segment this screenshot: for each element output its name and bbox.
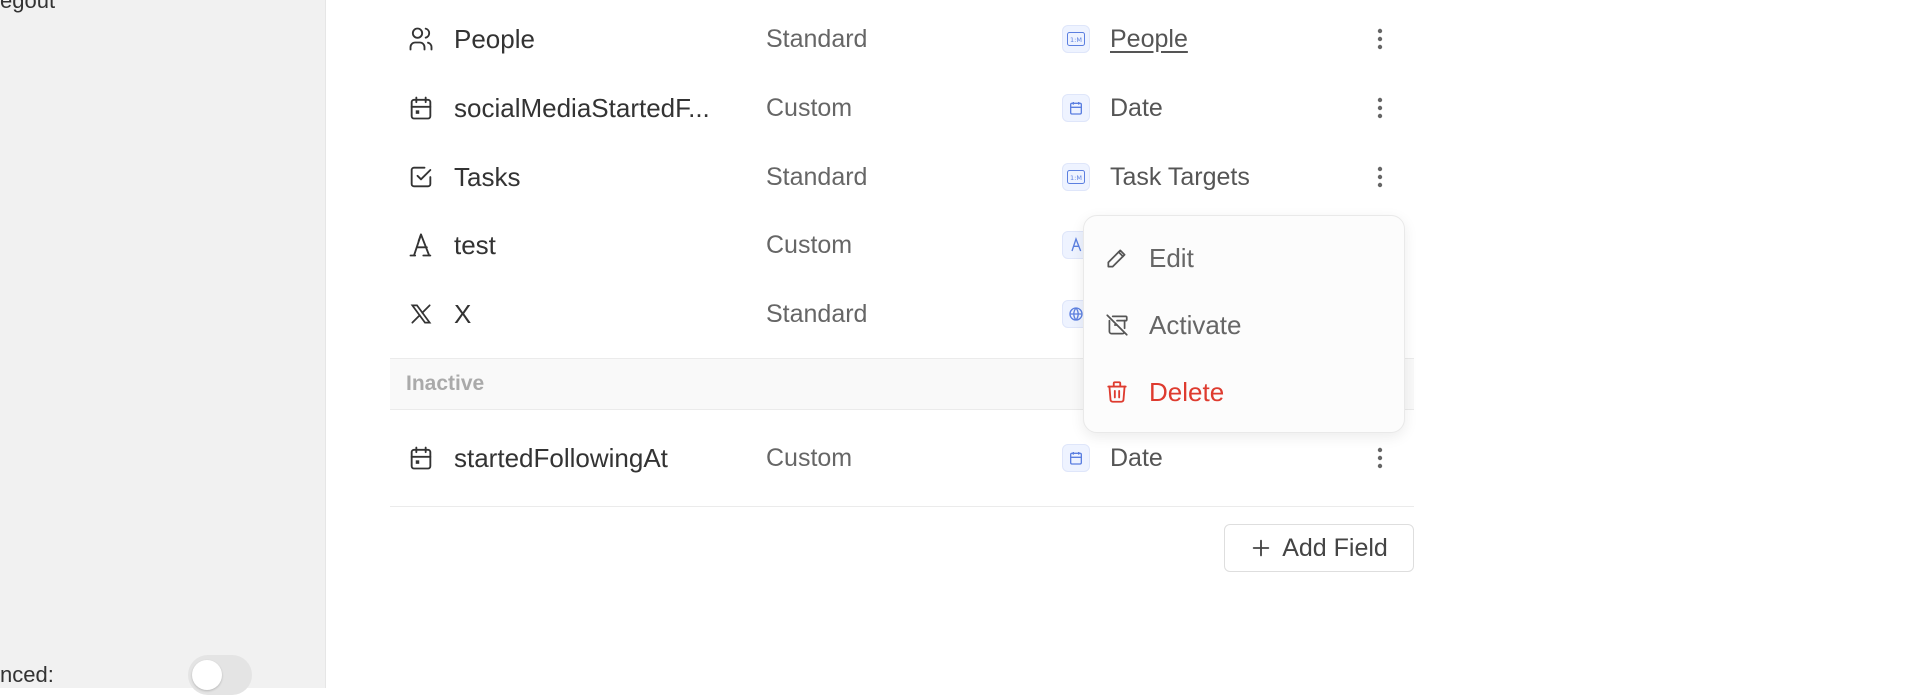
- field-name-cell: People: [406, 24, 535, 55]
- settings-sidebar: egout nced:: [0, 0, 326, 695]
- calendar-icon: [406, 93, 436, 123]
- dots-vertical-icon: [1377, 166, 1383, 188]
- row-more-button[interactable]: [1365, 162, 1395, 192]
- svg-text:1:M: 1:M: [1070, 174, 1082, 182]
- dots-vertical-icon: [1377, 28, 1383, 50]
- field-datatype: Date: [1110, 93, 1163, 122]
- date-icon: [1062, 94, 1090, 122]
- pencil-icon: [1102, 243, 1132, 273]
- checkbox-icon: [406, 162, 436, 192]
- row-more-button[interactable]: [1365, 24, 1395, 54]
- field-datatype-cell: 1:M People: [1062, 25, 1188, 54]
- menu-item-label: Delete: [1149, 376, 1225, 407]
- field-type: Custom: [766, 443, 853, 472]
- row-more-button[interactable]: [1365, 93, 1395, 123]
- field-type: Custom: [766, 230, 853, 259]
- field-name: socialMediaStartedF...: [454, 92, 710, 123]
- field-name-cell: X: [406, 299, 471, 330]
- field-type: Standard: [766, 162, 868, 191]
- archive-off-icon: [1102, 310, 1132, 340]
- field-type: Custom: [766, 93, 853, 122]
- field-name: startedFollowingAt: [454, 442, 668, 473]
- row-more-button[interactable]: [1365, 443, 1395, 473]
- table-row[interactable]: People Standard 1:M People: [390, 5, 1414, 73]
- field-name-cell: test: [406, 230, 496, 261]
- table-row[interactable]: Tasks Standard 1:M Task Targets: [390, 143, 1414, 211]
- table-row[interactable]: socialMediaStartedF... Custom Date: [390, 74, 1414, 142]
- row-context-menu: Edit Activate Delete: [1083, 215, 1405, 433]
- field-name: Tasks: [454, 161, 521, 192]
- field-datatype: Date: [1110, 443, 1163, 472]
- field-name-cell: Tasks: [406, 162, 520, 193]
- relation-icon: 1:M: [1062, 163, 1090, 191]
- trash-icon: [1102, 377, 1132, 407]
- field-datatype: Task Targets: [1110, 162, 1250, 191]
- menu-item-edit[interactable]: Edit: [1084, 226, 1404, 290]
- table-divider: [390, 506, 1414, 507]
- plus-icon: [1250, 537, 1272, 559]
- field-datatype-cell: Date: [1062, 94, 1163, 123]
- field-datatype-cell: Date: [1062, 444, 1163, 473]
- sidebar-top-label[interactable]: egout: [0, 0, 55, 14]
- menu-item-label: Edit: [1149, 242, 1194, 273]
- advanced-mode-label: nced:: [0, 662, 54, 687]
- field-name-cell: startedFollowingAt: [406, 443, 668, 474]
- relation-icon: 1:M: [1062, 25, 1090, 53]
- add-field-label: Add Field: [1282, 533, 1388, 562]
- text-icon: [406, 230, 436, 260]
- x-logo-icon: [406, 299, 436, 329]
- field-type: Standard: [766, 299, 868, 328]
- section-title: Inactive: [406, 372, 485, 395]
- users-icon: [406, 24, 436, 54]
- advanced-mode-toggle[interactable]: [188, 655, 252, 695]
- field-name: test: [454, 229, 496, 260]
- field-name: X: [454, 298, 472, 329]
- field-datatype-link[interactable]: People: [1110, 25, 1188, 54]
- field-datatype-cell: 1:M Task Targets: [1062, 163, 1250, 192]
- calendar-icon: [406, 443, 436, 473]
- toggle-knob: [192, 660, 222, 690]
- field-name-cell: socialMediaStartedF...: [406, 93, 710, 124]
- menu-item-activate[interactable]: Activate: [1084, 293, 1404, 357]
- dots-vertical-icon: [1377, 447, 1383, 469]
- svg-text:1:M: 1:M: [1070, 36, 1082, 44]
- menu-item-label: Activate: [1149, 309, 1242, 340]
- add-field-button[interactable]: Add Field: [1224, 524, 1414, 572]
- table-row[interactable]: startedFollowingAt Custom Date: [390, 424, 1414, 492]
- date-icon: [1062, 444, 1090, 472]
- dots-vertical-icon: [1377, 97, 1383, 119]
- field-type: Standard: [766, 24, 868, 53]
- field-name: People: [454, 23, 535, 54]
- menu-item-delete[interactable]: Delete: [1084, 360, 1404, 424]
